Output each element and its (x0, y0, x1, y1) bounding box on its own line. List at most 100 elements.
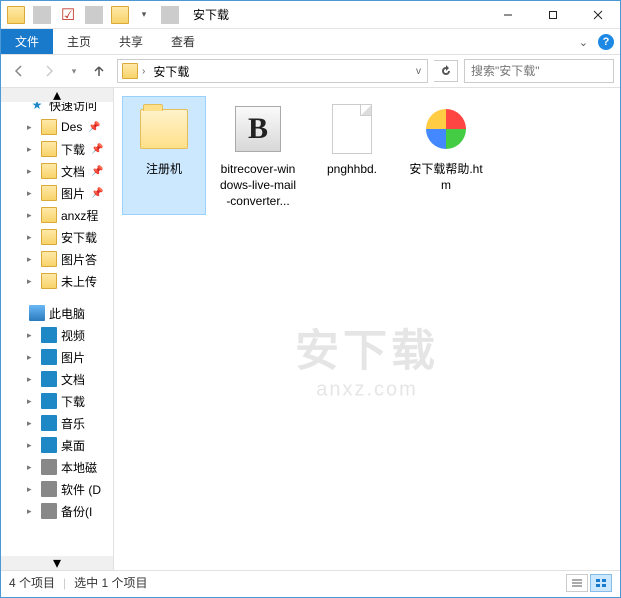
sidebar-item-label: 备份(I (61, 503, 92, 520)
library-icon (41, 371, 57, 387)
pc-icon (29, 305, 45, 321)
scroll-down-button[interactable]: ▾ (1, 556, 113, 570)
expand-icon[interactable]: ▸ (27, 396, 37, 407)
close-button[interactable] (575, 1, 620, 29)
view-toggles (566, 574, 612, 592)
app-icon: B (235, 106, 281, 152)
maximize-button[interactable] (530, 1, 575, 29)
expand-icon[interactable]: ▸ (27, 254, 37, 265)
sidebar-item-label: 软件 (D (61, 481, 101, 498)
sidebar-item-label: 图片答 (61, 251, 97, 268)
folder-icon (41, 207, 57, 223)
expand-icon[interactable]: ▸ (27, 276, 37, 287)
folder-icon (41, 251, 57, 267)
library-icon (41, 393, 57, 409)
expand-icon[interactable]: ▸ (27, 210, 37, 221)
status-bar: 4 个项目 | 选中 1 个项目 (1, 570, 620, 594)
expand-ribbon-icon[interactable]: ⌄ (579, 36, 588, 49)
window-controls (485, 1, 620, 29)
sidebar-item[interactable]: ▸安下载 (1, 226, 113, 248)
expand-icon[interactable]: ▸ (27, 506, 37, 517)
icons-view-button[interactable] (590, 574, 612, 592)
expand-icon[interactable]: ▸ (27, 232, 37, 243)
expand-icon[interactable]: ▸ (27, 166, 37, 177)
sidebar-item[interactable]: ▸ 未上传 (1, 270, 113, 292)
checkbox-icon[interactable]: ☑ (59, 6, 77, 24)
folder-icon (41, 163, 57, 179)
sidebar-item[interactable]: 此电脑 (1, 302, 113, 324)
dropdown-icon[interactable]: ▾ (135, 6, 153, 24)
expand-icon[interactable]: ▸ (27, 188, 37, 199)
expand-icon[interactable]: ▸ (27, 352, 37, 363)
sidebar-item-label: 视频 (61, 327, 85, 344)
forward-button[interactable] (37, 59, 61, 83)
document-icon (332, 104, 372, 154)
help-icon[interactable]: ? (598, 34, 614, 50)
library-icon (41, 481, 57, 497)
sidebar-item[interactable]: ▸ 图片答 (1, 248, 113, 270)
details-view-button[interactable] (566, 574, 588, 592)
file-item[interactable]: pnghhbd. (310, 96, 394, 215)
sidebar-item[interactable]: ▸ 视频 (1, 324, 113, 346)
expand-icon[interactable]: ▸ (27, 330, 37, 341)
tab-home[interactable]: 主页 (53, 29, 105, 54)
file-label: pnghhbd. (327, 161, 377, 177)
file-list[interactable]: 注册机Bbitrecover-windows-live-mail-convert… (114, 88, 620, 570)
breadcrumb[interactable]: 安下载 (149, 63, 193, 80)
address-bar[interactable]: › 安下载 v (117, 59, 428, 83)
sidebar-item[interactable]: ▸下载 (1, 390, 113, 412)
file-item[interactable]: 安下载帮助.htm (404, 96, 488, 215)
window-title: 安下载 (187, 6, 229, 23)
expand-icon[interactable]: ▸ (27, 122, 37, 133)
expand-icon[interactable]: ▸ (27, 440, 37, 451)
sidebar-item-label: 此电脑 (49, 305, 85, 322)
search-input[interactable] (471, 64, 607, 78)
tab-share[interactable]: 共享 (105, 29, 157, 54)
back-button[interactable] (7, 59, 31, 83)
watermark: 安下载 anxz.com (295, 314, 439, 401)
sidebar-item[interactable]: ▸文档 (1, 368, 113, 390)
file-item[interactable]: Bbitrecover-windows-live-mail-converter.… (216, 96, 300, 215)
search-box[interactable] (464, 59, 614, 83)
title-bar: ☑ ▾ 安下载 (1, 1, 620, 29)
expand-icon[interactable]: ▸ (27, 144, 37, 155)
sidebar-item[interactable]: ▸Des📌 (1, 116, 113, 138)
library-icon (41, 503, 57, 519)
expand-icon[interactable]: ▸ (27, 418, 37, 429)
sidebar-item-label: 文档 (61, 163, 85, 180)
sidebar-item-label: 未上传 (61, 273, 97, 290)
sidebar-item[interactable]: ▸下载📌 (1, 138, 113, 160)
sidebar-item[interactable]: ▸anxz程 (1, 204, 113, 226)
pin-icon: 📌 (88, 122, 100, 133)
library-icon (41, 437, 57, 453)
sidebar-item[interactable]: ▸音乐 (1, 412, 113, 434)
recent-dropdown[interactable]: ▾ (67, 59, 81, 83)
expand-icon[interactable]: ▸ (27, 462, 37, 473)
sidebar-item[interactable]: ▸ 本地磁 (1, 456, 113, 478)
sidebar-item[interactable]: ▸图片📌 (1, 182, 113, 204)
sidebar-item[interactable]: ▸ 软件 (D (1, 478, 113, 500)
chevron-down-icon[interactable]: v (416, 66, 421, 77)
expand-icon[interactable]: ▸ (27, 374, 37, 385)
scroll-up-button[interactable]: ▴ (1, 88, 113, 102)
chevron-right-icon[interactable]: › (142, 66, 145, 77)
selection-count: 选中 1 个项目 (74, 574, 147, 591)
sidebar-item[interactable]: ▸文档📌 (1, 160, 113, 182)
file-item[interactable]: 注册机 (122, 96, 206, 215)
tab-view[interactable]: 查看 (157, 29, 209, 54)
sidebar-item[interactable]: ▸图片 (1, 346, 113, 368)
up-button[interactable] (87, 59, 111, 83)
sidebar-item-label: 本地磁 (61, 459, 97, 476)
sidebar-item[interactable]: ▸ 备份(I (1, 500, 113, 522)
folder-icon (41, 141, 57, 157)
sidebar-item[interactable]: ▸桌面 (1, 434, 113, 456)
file-label: bitrecover-windows-live-mail-converter..… (219, 161, 297, 210)
separator (85, 6, 103, 24)
minimize-button[interactable] (485, 1, 530, 29)
tab-file[interactable]: 文件 (1, 29, 53, 54)
pin-icon: 📌 (91, 188, 103, 199)
item-count: 4 个项目 (9, 574, 55, 591)
expand-icon[interactable]: ▸ (27, 484, 37, 495)
folder-icon (41, 119, 57, 135)
refresh-button[interactable] (434, 60, 458, 82)
